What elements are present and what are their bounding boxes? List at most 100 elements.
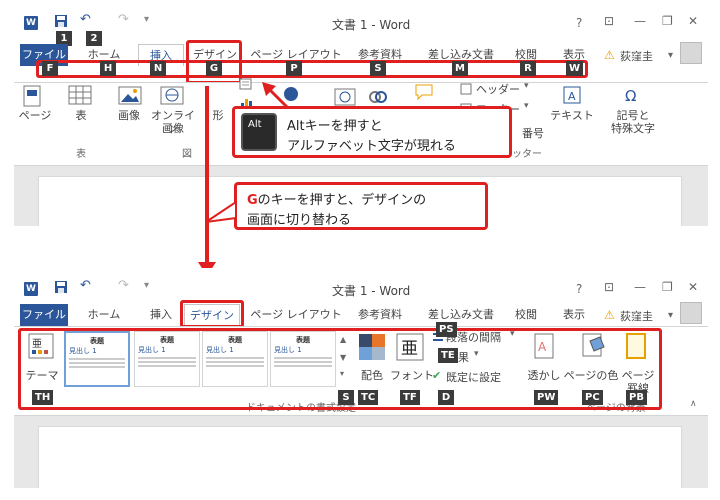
connector-line [205, 86, 209, 270]
keytip-tab-m: M [452, 61, 468, 76]
callout2-line1: Gのキーを押すと、デザインの [247, 189, 426, 208]
callout2-line2: 画面に切り替わる [247, 213, 352, 228]
restore-icon-2[interactable]: ❐ [662, 280, 673, 294]
keytip-tab-s: S [370, 61, 386, 76]
word-app-icon: W [24, 16, 38, 30]
title-bar: W ↶ ↷ ▾ 文書 1 - Word ? ⊡ — ❐ ✕ [14, 6, 708, 42]
cover-page-icon[interactable] [22, 85, 44, 112]
page-button-label[interactable]: ページ [18, 109, 52, 122]
user-name[interactable]: 荻窪圭 [620, 48, 653, 64]
keytip-effects: TE [438, 348, 458, 363]
alt-key-image: Alt [241, 113, 277, 151]
symbol-label-2[interactable]: 特殊文字 [598, 122, 668, 135]
tab-home-2[interactable]: ホーム [80, 304, 128, 326]
document-page-2[interactable] [38, 426, 682, 494]
redo-icon-2[interactable]: ↷ [118, 278, 129, 293]
ribbon-display-icon[interactable]: ⊡ [604, 14, 614, 28]
symbol-icon[interactable]: Ω [622, 85, 642, 108]
bottom-screenshot-panel: W ↶ ↷ ▾ 文書 1 - Word ? ⊡ — ❐ ✕ ファイル ホーム 挿… [14, 268, 708, 494]
word-app-icon-2: W [24, 282, 38, 296]
keytip-set-default: D [438, 390, 454, 405]
warning-icon-2: ⚠ [604, 308, 615, 322]
callout2-line1-rest: のキーを押すと、デザインの [257, 193, 427, 208]
avatar-2[interactable] [680, 302, 702, 324]
callout2-pointer-icon [205, 200, 238, 227]
keytip-tab-w: W [566, 61, 584, 76]
online-picture-label-2[interactable]: 画像 [150, 122, 196, 135]
help-button[interactable]: ? [576, 16, 582, 30]
keytip-tab-r: R [520, 61, 536, 76]
undo-icon[interactable]: ↶ [80, 12, 91, 27]
tab-page-layout-2[interactable]: ページ レイアウト [250, 304, 342, 326]
window-title: 文書 1 - Word [332, 18, 411, 32]
user-menu-chevron-icon-2[interactable]: ▾ [668, 310, 673, 321]
textbox-button-label[interactable]: テキスト [548, 109, 596, 122]
keytip-colors: TC [358, 390, 379, 405]
restore-icon[interactable]: ❐ [662, 14, 673, 28]
bottom-panel-torn-edge [0, 488, 720, 500]
tab-review-2[interactable]: 校閲 [508, 304, 544, 326]
arrow-up-left-icon [262, 82, 292, 115]
shapes-button-label[interactable]: 形 [210, 109, 226, 122]
online-picture-icon[interactable] [160, 85, 184, 110]
keytip-tab-p: P [286, 61, 302, 76]
keytip-tab-n: N [150, 61, 166, 76]
keytip-tab-h: H [100, 61, 116, 76]
callout2-key-letter: G [247, 193, 258, 208]
tab-mailings-2[interactable]: 差し込み文書 [418, 304, 504, 326]
undo-icon-2[interactable]: ↶ [80, 278, 91, 293]
avatar[interactable] [680, 42, 702, 64]
design-tab-highlight-2 [180, 300, 244, 328]
svg-text:A: A [568, 90, 576, 103]
keytip-watermark: PW [534, 390, 559, 405]
keytip-style-set: S [338, 390, 354, 405]
user-name-2[interactable]: 荻窪圭 [620, 308, 653, 324]
page-number-label[interactable]: 番号 [522, 125, 544, 141]
table-icon[interactable] [68, 85, 92, 110]
keytip-tab-f: F [42, 61, 58, 76]
redo-icon[interactable]: ↷ [118, 12, 129, 27]
textbox-icon[interactable]: A [562, 85, 582, 108]
ribbon-display-icon-2[interactable]: ⊡ [604, 280, 614, 294]
symbol-label-1[interactable]: 記号と [598, 109, 668, 122]
minimize-icon-2[interactable]: — [634, 280, 646, 294]
keytip-paragraph-spacing: PS [436, 322, 457, 337]
ribbon-tabs-2: ファイル ホーム 挿入 デザイン ページ レイアウト 参考資料 差し込み文書 校… [14, 302, 708, 326]
window-title-2: 文書 1 - Word [332, 284, 411, 298]
qat-customize-icon[interactable]: ▾ [144, 14, 149, 25]
minimize-icon[interactable]: — [634, 14, 646, 28]
collapse-ribbon-icon[interactable]: ∧ [690, 399, 697, 409]
callout1-line2: アルファベット文字が現れる [287, 139, 456, 154]
g-key-callout: Gのキーを押すと、デザインの 画面に切り替わる [234, 182, 488, 230]
save-icon-2[interactable] [54, 280, 68, 298]
svg-text:Ω: Ω [625, 87, 636, 105]
header-chevron-icon[interactable]: ▾ [524, 81, 529, 91]
warning-icon: ⚠ [604, 48, 615, 62]
picture-button-label[interactable]: 画像 [114, 109, 144, 122]
close-icon[interactable]: ✕ [688, 14, 698, 28]
keytip-tab-g: G [206, 61, 222, 76]
tab-references-2[interactable]: 参考資料 [348, 304, 412, 326]
keytip-theme: TH [32, 390, 54, 405]
screenshot-icon[interactable] [239, 77, 253, 94]
user-menu-chevron-icon[interactable]: ▾ [668, 50, 673, 61]
keytip-page-border: PB [626, 390, 647, 405]
picture-icon[interactable] [118, 85, 142, 110]
group-table-label: 表 [76, 149, 86, 160]
title-bar-2: W ↶ ↷ ▾ 文書 1 - Word ? ⊡ — ❐ ✕ [14, 268, 708, 304]
header-icon[interactable] [460, 83, 472, 98]
footer-chevron-icon[interactable]: ▾ [524, 101, 529, 111]
tab-insert-2[interactable]: 挿入 [138, 304, 184, 326]
comment-icon[interactable] [414, 83, 434, 104]
qat-customize-icon-2[interactable]: ▾ [144, 280, 149, 291]
table-button-label[interactable]: 表 [70, 109, 92, 122]
header-button-label[interactable]: ヘッダー [476, 81, 520, 97]
help-button-2[interactable]: ? [576, 282, 582, 296]
callout1-line1: Altキーを押すと [287, 119, 383, 134]
tab-file-2[interactable]: ファイル [20, 304, 68, 326]
document-area-2 [14, 416, 708, 494]
keytip-page-color: PC [582, 390, 603, 405]
save-icon[interactable] [54, 14, 68, 32]
tab-view-2[interactable]: 表示 [554, 304, 594, 326]
close-icon-2[interactable]: ✕ [688, 280, 698, 294]
